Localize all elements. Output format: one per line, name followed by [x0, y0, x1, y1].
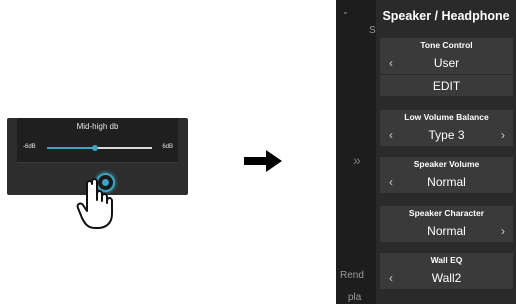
slider-max-label: 6dB: [162, 144, 173, 150]
chevron-left-icon[interactable]: ‹: [389, 124, 393, 146]
section-label: Low Volume Balance: [404, 112, 489, 122]
wall-eq-section: Wall EQ ‹ Wall2: [380, 253, 513, 289]
speaker-character-value: Normal: [427, 224, 466, 238]
chevron-left-icon[interactable]: ‹: [389, 267, 393, 289]
slider-fill: [47, 147, 96, 149]
background-text: S: [369, 25, 376, 36]
expand-icon[interactable]: »: [353, 152, 361, 168]
section-label: Tone Control: [420, 40, 473, 50]
background-text: Rend: [340, 270, 364, 281]
speaker-volume-selector[interactable]: ‹ Normal: [380, 171, 513, 193]
tap-hand-icon: [76, 178, 113, 229]
speaker-character-section: Speaker Character Normal ›: [380, 206, 513, 242]
tone-control-selector[interactable]: ‹ User: [380, 52, 513, 74]
section-label: Speaker Character: [408, 208, 485, 218]
edit-button[interactable]: EDIT: [380, 74, 513, 96]
edit-button-label: EDIT: [432, 79, 461, 93]
slider-title: Mid-high db: [76, 122, 119, 131]
section-label: Speaker Volume: [413, 159, 480, 169]
speaker-volume-section: Speaker Volume ‹ Normal: [380, 157, 513, 193]
wall-eq-value: Wall2: [431, 271, 462, 285]
speaker-character-selector[interactable]: Normal ›: [380, 220, 513, 242]
chevron-right-icon[interactable]: ›: [501, 220, 505, 242]
tone-control-section: Tone Control ‹ User EDIT: [380, 38, 513, 96]
chevron-left-icon[interactable]: ‹: [389, 171, 393, 193]
speaker-headphone-menu-screenshot: ⌄ S Rend pla » Speaker / Headphone Tone …: [336, 0, 516, 304]
mid-high-slider[interactable]: [47, 145, 152, 151]
speaker-volume-value: Normal: [427, 175, 466, 189]
menu-title: Speaker / Headphone: [382, 9, 510, 23]
section-label: Wall EQ: [430, 255, 463, 265]
wall-eq-selector[interactable]: ‹ Wall2: [380, 267, 513, 289]
slider-thumb[interactable]: [92, 145, 99, 151]
chevron-right-icon[interactable]: ›: [501, 124, 505, 146]
low-volume-balance-value: Type 3: [428, 128, 465, 142]
slider-min-label: -6dB: [23, 144, 36, 150]
low-volume-balance-section: Low Volume Balance ‹ Type 3 ›: [380, 110, 513, 146]
background-text: pla: [348, 292, 362, 303]
chevron-left-icon[interactable]: ‹: [389, 52, 393, 74]
background-icon: ⌄: [342, 7, 349, 16]
speaker-headphone-menu: Speaker / Headphone Tone Control ‹ User …: [376, 0, 516, 304]
right-arrow-icon: [244, 150, 282, 172]
tone-control-value: User: [433, 56, 460, 70]
mid-high-slider-card: Mid-high db -6dB 6dB: [17, 118, 178, 163]
low-volume-balance-selector[interactable]: ‹ Type 3 ›: [380, 124, 513, 146]
